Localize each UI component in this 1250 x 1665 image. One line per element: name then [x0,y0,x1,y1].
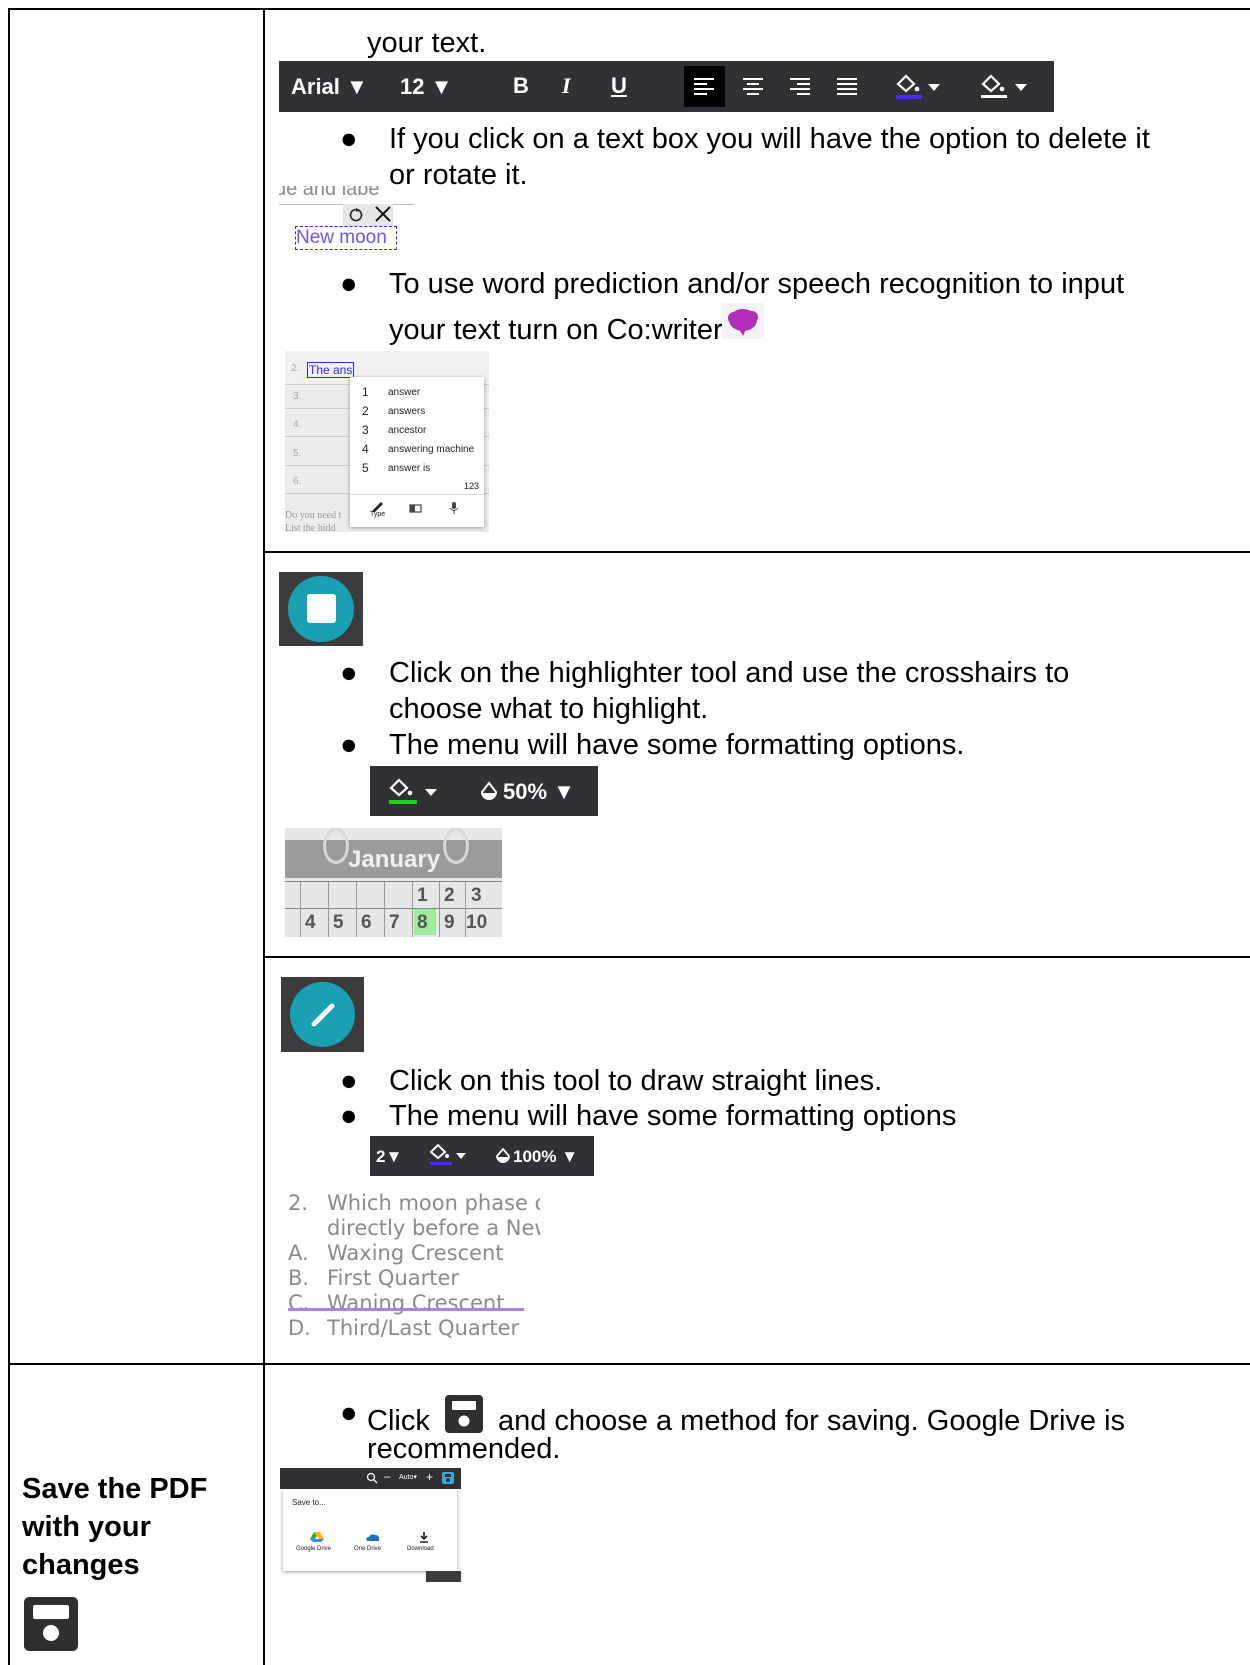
highlighter-toolbar: 50% ▼ [370,766,598,816]
zoom-select[interactable]: Auto▾ [399,1473,417,1481]
quiz-demo: 2. Which moon phase occurs directly befo… [288,1191,540,1340]
row-divider [263,956,1250,958]
save-icon [24,1597,78,1651]
row-divider [263,551,1250,553]
rotate-icon[interactable] [347,206,365,224]
zoom-in-button[interactable]: + [426,1470,433,1484]
text-color-icon[interactable] [894,72,946,102]
suggestion-item[interactable]: answer [388,387,420,398]
document-page: your text. Arial ▼ 12 ▼ B I U ● If you c… [0,0,1250,1665]
suggestion-item[interactable]: answering machine [388,444,474,455]
save-option[interactable]: Download [407,1546,434,1552]
drawn-line [288,1308,524,1311]
save-option[interactable]: Google Drive [296,1546,331,1552]
one-drive-icon[interactable] [365,1532,381,1542]
table-top-border [8,8,1250,10]
book-icon[interactable] [409,504,423,514]
text-format-toolbar: Arial ▼ 12 ▼ B I U [279,61,1054,112]
save-button[interactable] [441,1471,455,1485]
underline-button[interactable]: U [611,73,627,99]
align-right-icon[interactable] [789,76,811,98]
suggestion-item[interactable]: answers [388,406,425,417]
bullet-save-dot: ● [340,1397,358,1429]
line-toolbar: 2▼ 100% ▼ [370,1136,594,1176]
calendar-demo: January 1 2 3 4 5 6 7 8 9 10 [285,828,502,937]
align-left-icon[interactable] [693,76,715,98]
font-size-select[interactable]: 12 ▼ [400,74,452,100]
fill-color-icon[interactable] [979,72,1039,102]
calendar-title: January [348,846,441,873]
opacity-icon[interactable] [478,781,500,803]
search-icon[interactable] [366,1472,378,1484]
save-to-menu: Save to... Google Drive One Drive Downlo… [283,1489,457,1571]
opacity-select[interactable]: 50% ▼ [503,779,575,805]
microphone-icon[interactable] [449,501,459,515]
suggestion-item[interactable]: ancestor [388,425,426,436]
bold-button[interactable]: B [513,73,529,99]
line-icon [311,1003,335,1027]
save-section-title: Save the PDF with your changes [22,1473,208,1581]
highlighter-icon [307,594,336,623]
intro-text: your text. [367,27,487,59]
download-icon[interactable] [418,1531,430,1543]
row-divider [8,1363,1250,1365]
opacity-select[interactable]: 100% ▼ [513,1147,578,1167]
zoom-out-button[interactable]: – [384,1471,390,1483]
table-column-divider [263,8,265,1665]
align-justify-icon[interactable] [836,76,858,98]
cowriter-icon[interactable] [725,305,761,337]
font-select[interactable]: Arial ▼ [291,74,368,100]
save-instruction-cont: recommended. [367,1433,561,1465]
google-drive-icon[interactable] [310,1531,324,1543]
highlight-color-icon[interactable] [387,776,443,808]
save-option[interactable]: One Drive [354,1546,381,1552]
delete-icon[interactable] [373,204,393,224]
cowriter-demo: 2. The ans 3. 4. 5. 6. Do you need t Lis… [285,351,489,532]
save-menu-demo: – Auto▾ + Save to... Google Drive One Dr… [280,1468,461,1582]
textbox-demo: de and labe New moon [279,186,419,256]
line-width-select[interactable]: 2▼ [376,1147,402,1167]
line-color-icon[interactable] [428,1142,472,1170]
highlighter-tool-button[interactable] [279,572,363,646]
save-icon [444,1395,483,1433]
table-left-border [8,8,10,1665]
opacity-icon[interactable] [494,1147,512,1165]
align-center-icon[interactable] [742,76,764,98]
italic-button[interactable]: I [562,73,571,99]
line-tool-button[interactable] [281,977,364,1052]
word-prediction-popup: 1 answer 2 answers 3 ancestor 4 answerin… [350,377,484,527]
suggestion-item[interactable]: answer is [388,463,430,474]
